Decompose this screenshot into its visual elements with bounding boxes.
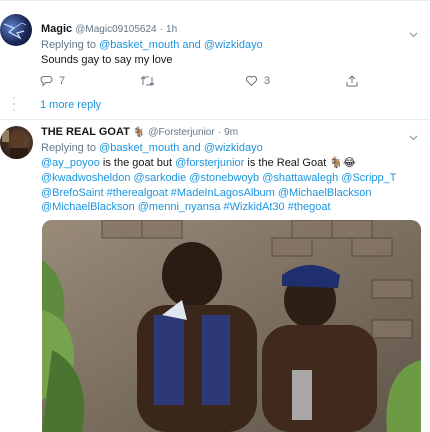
avatar[interactable] <box>0 126 33 159</box>
reply-icon <box>40 76 53 87</box>
reply-button[interactable]: 7 <box>40 73 65 89</box>
handle[interactable]: @Forsterjunior <box>148 127 214 138</box>
retweet-button[interactable] <box>140 73 161 89</box>
caret-down-icon[interactable] <box>409 129 418 141</box>
replying-to-label: Replying to <box>41 39 97 51</box>
reply-count: 7 <box>59 75 66 87</box>
text-segment: is the Real Goat 🐐😂 <box>244 157 356 169</box>
like-count: 3 <box>264 75 271 87</box>
more-replies-link[interactable]: 1 more reply <box>40 99 101 111</box>
profile-photo <box>2 130 28 159</box>
caret-down-icon[interactable] <box>409 26 418 38</box>
goat-emoji: 🐐 <box>132 127 146 138</box>
tweet-text-line-1: @ay_poyoo is the goat but @forsterjunior… <box>41 156 356 170</box>
video-thumbnail <box>42 220 421 432</box>
replying-to-users[interactable]: @basket_mouth and @wizkidayo <box>99 142 263 154</box>
separator: · <box>217 127 222 138</box>
tweet-actions: 7 3 <box>40 73 380 89</box>
tweet-text-line-2[interactable]: @kwadwosheldon @sarkodie @stonebwoyb @sh… <box>41 171 396 185</box>
avatar[interactable] <box>0 14 32 46</box>
timestamp[interactable]: 9m <box>224 127 238 138</box>
replying-to: Replying to @basket_mouth and @wizkidayo <box>41 38 263 52</box>
separator: · <box>159 24 163 35</box>
share-button[interactable] <box>346 73 358 89</box>
tweet-media[interactable] <box>42 220 421 432</box>
like-button[interactable]: 3 <box>245 73 270 89</box>
like-icon <box>245 75 258 87</box>
tweet-header: THE REAL GOAT 🐐 @Forsterjunior · 9m <box>41 125 238 140</box>
display-name[interactable]: Magic <box>41 23 72 35</box>
replying-to: Replying to @basket_mouth and @wizkidayo <box>41 141 263 155</box>
replying-to-users[interactable]: @basket_mouth and @wizkidayo <box>99 39 263 51</box>
tweet-text: Sounds gay to say my love <box>41 54 173 66</box>
tweet-text-line-4[interactable]: @MichaelBlackson @menni_nyansa #WizkidAt… <box>41 200 331 214</box>
mention[interactable]: @forsterjunior <box>175 157 244 169</box>
thread-dots <box>12 95 16 115</box>
display-name[interactable]: THE REAL GOAT <box>41 126 130 138</box>
tweet-magic[interactable]: Magic @Magic09105624 · 1h Replying to @b… <box>0 0 430 120</box>
tweet-text-line-3[interactable]: @BrefoSaint #therealgoat #MadeInLagosAlb… <box>41 186 372 200</box>
timestamp[interactable]: 1h <box>166 24 177 35</box>
retweet-icon <box>140 76 155 86</box>
share-icon <box>346 75 358 87</box>
handle[interactable]: @Magic09105624 <box>75 24 156 35</box>
mention[interactable]: @ay_poyoo <box>41 157 100 169</box>
replying-to-label: Replying to <box>41 142 97 154</box>
text-segment: is the goat but <box>99 157 176 169</box>
tweet-header: Magic @Magic09105624 · 1h <box>41 22 177 37</box>
lightning-image <box>3 22 27 40</box>
